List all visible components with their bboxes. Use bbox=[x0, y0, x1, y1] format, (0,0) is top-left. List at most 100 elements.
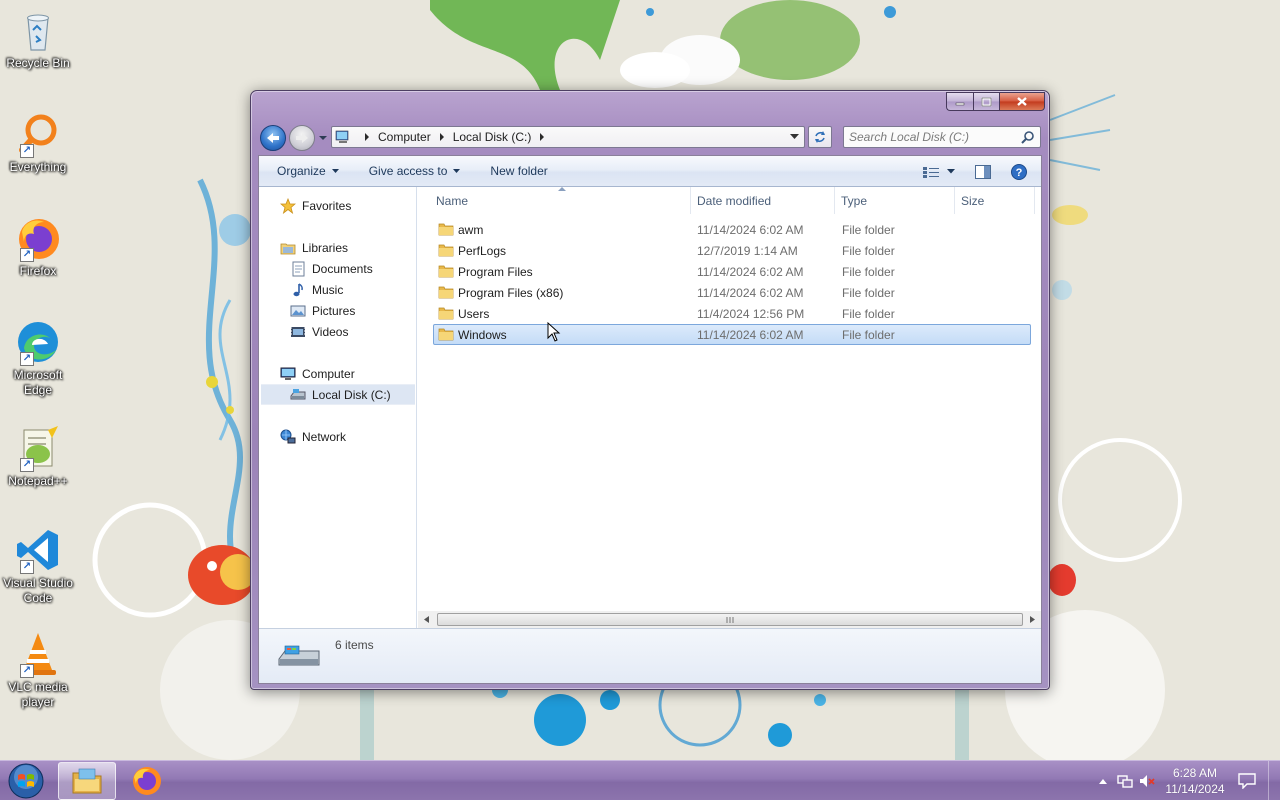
search-box[interactable] bbox=[843, 126, 1041, 148]
nav-item-pictures[interactable]: Pictures bbox=[259, 300, 416, 321]
column-label: Name bbox=[436, 193, 469, 208]
shortcut-arrow-icon: ↗ bbox=[20, 248, 34, 262]
recent-pages-dropdown[interactable] bbox=[318, 133, 328, 143]
volume-button[interactable] bbox=[1136, 761, 1158, 800]
desktop-icon-recycle-bin[interactable]: Recycle Bin bbox=[2, 6, 74, 71]
nav-label: Local Disk (C:) bbox=[312, 387, 391, 402]
nav-item-videos[interactable]: Videos bbox=[259, 321, 416, 342]
nav-item-network[interactable]: Network bbox=[259, 426, 416, 447]
scroll-left-button[interactable] bbox=[418, 611, 435, 628]
file-row[interactable]: awm 11/14/2024 6:02 AM File folder bbox=[433, 219, 1031, 240]
edge-icon: ↗ bbox=[14, 318, 62, 366]
desktop-icon-notepadpp[interactable]: ↗ Notepad++ bbox=[2, 424, 74, 489]
desktop-icon-label: Notepad++ bbox=[8, 474, 68, 488]
change-view-button[interactable] bbox=[917, 156, 945, 187]
desktop-icon-vscode[interactable]: ↗ Visual Studio Code bbox=[2, 526, 74, 606]
nav-item-favorites[interactable]: Favorites bbox=[259, 195, 416, 216]
nav-item-computer[interactable]: Computer bbox=[259, 363, 416, 384]
file-row-selected[interactable]: Windows 11/14/2024 6:02 AM File folder bbox=[433, 324, 1031, 345]
column-header-date-modified[interactable]: Date modified bbox=[691, 187, 835, 214]
file-row[interactable]: Program Files (x86) 11/14/2024 6:02 AM F… bbox=[433, 282, 1031, 303]
column-header-size[interactable]: Size bbox=[955, 187, 1035, 214]
start-button[interactable] bbox=[5, 762, 47, 800]
address-bar[interactable]: Computer Local Disk (C:) bbox=[331, 126, 805, 148]
mouse-pointer-icon bbox=[547, 322, 561, 342]
file-date: 11/14/2024 6:02 AM bbox=[697, 264, 804, 279]
videos-icon bbox=[290, 324, 306, 340]
taskbar-clock[interactable]: 6:28 AM 11/14/2024 bbox=[1158, 765, 1232, 797]
forward-button[interactable] bbox=[289, 125, 315, 151]
folder-icon bbox=[438, 307, 454, 320]
nav-item-documents[interactable]: Documents bbox=[259, 258, 416, 279]
file-type: File folder bbox=[842, 306, 895, 321]
breadcrumb-computer[interactable]: Computer bbox=[378, 130, 431, 144]
grip-icon bbox=[726, 616, 734, 623]
file-row[interactable]: Program Files 11/14/2024 6:02 AM File fo… bbox=[433, 261, 1031, 282]
item-count: 6 items bbox=[335, 638, 374, 652]
arrow-left-icon bbox=[267, 133, 279, 143]
desktop-icon-edge[interactable]: ↗ Microsoft Edge bbox=[2, 318, 74, 398]
give-access-label: Give access to bbox=[368, 164, 448, 178]
taskbar-firefox[interactable] bbox=[118, 762, 176, 800]
scrollbar-thumb[interactable] bbox=[437, 613, 1023, 626]
nav-item-libraries[interactable]: Libraries bbox=[259, 237, 416, 258]
nav-label: Network bbox=[302, 429, 347, 444]
nav-label: Videos bbox=[312, 324, 349, 339]
new-folder-label: New folder bbox=[490, 164, 548, 178]
close-button[interactable] bbox=[999, 92, 1045, 111]
search-icon[interactable] bbox=[1021, 130, 1035, 144]
folder-icon bbox=[438, 265, 454, 278]
file-row[interactable]: PerfLogs 12/7/2019 1:14 AM File folder bbox=[433, 240, 1031, 261]
refresh-button[interactable] bbox=[808, 126, 832, 148]
action-center-button[interactable] bbox=[1232, 761, 1262, 800]
view-controls: ? bbox=[917, 156, 1041, 187]
back-button[interactable] bbox=[260, 125, 286, 151]
preview-pane-button[interactable] bbox=[963, 156, 1003, 187]
file-name: Windows bbox=[458, 327, 507, 342]
clock-date: 11/14/2024 bbox=[1165, 782, 1225, 796]
breadcrumb-arrow-icon[interactable] bbox=[539, 133, 545, 141]
details-pane: 6 items bbox=[259, 628, 1041, 683]
desktop-icon-vlc[interactable]: ↗ VLC media player bbox=[2, 630, 74, 710]
search-input[interactable] bbox=[849, 130, 1015, 144]
column-header-name[interactable]: Name bbox=[418, 187, 691, 214]
give-access-button[interactable]: Give access to bbox=[349, 156, 471, 187]
libraries-icon bbox=[280, 240, 296, 256]
file-row[interactable]: Users 11/4/2024 12:56 PM File folder bbox=[433, 303, 1031, 324]
taskbar-explorer[interactable] bbox=[58, 762, 116, 800]
show-hidden-icons-button[interactable] bbox=[1092, 761, 1114, 800]
desktop-icon-firefox[interactable]: ↗ Firefox bbox=[2, 214, 74, 279]
hard-drive-icon bbox=[290, 387, 306, 403]
breadcrumb-arrow-icon[interactable] bbox=[439, 133, 445, 141]
star-icon bbox=[280, 197, 296, 214]
arrow-left-icon bbox=[424, 616, 429, 623]
breadcrumb-local-disk[interactable]: Local Disk (C:) bbox=[453, 130, 532, 144]
show-desktop-button[interactable] bbox=[1268, 761, 1280, 800]
file-name: PerfLogs bbox=[458, 243, 507, 258]
nav-label: Pictures bbox=[312, 303, 356, 318]
folder-icon bbox=[438, 223, 454, 236]
address-history-dropdown[interactable] bbox=[784, 127, 804, 147]
notepadpp-icon: ↗ bbox=[14, 424, 62, 472]
shortcut-arrow-icon: ↗ bbox=[20, 458, 34, 472]
column-header-type[interactable]: Type bbox=[835, 187, 955, 214]
explorer-window[interactable]: Computer Local Disk (C:) Organize Give a… bbox=[250, 90, 1050, 690]
desktop-icon-everything[interactable]: ↗ Everything bbox=[2, 110, 74, 175]
computer-icon bbox=[280, 366, 296, 382]
documents-icon bbox=[290, 261, 306, 277]
recycle-bin-icon bbox=[14, 6, 62, 54]
help-button[interactable]: ? bbox=[1003, 156, 1041, 187]
scroll-right-button[interactable] bbox=[1024, 611, 1041, 628]
window-controls bbox=[946, 92, 1045, 111]
organize-button[interactable]: Organize bbox=[259, 156, 349, 187]
explorer-client-area: Organize Give access to New folder ? Fav… bbox=[258, 155, 1042, 684]
new-folder-button[interactable]: New folder bbox=[470, 156, 557, 187]
horizontal-scrollbar[interactable] bbox=[418, 611, 1041, 628]
network-status-button[interactable] bbox=[1114, 761, 1136, 800]
maximize-button[interactable] bbox=[973, 92, 999, 111]
navigation-pane: Favorites Libraries Documents Music Pict… bbox=[259, 187, 417, 628]
minimize-button[interactable] bbox=[946, 92, 973, 111]
nav-item-local-disk[interactable]: Local Disk (C:) bbox=[261, 384, 415, 405]
view-options-dropdown[interactable] bbox=[945, 156, 963, 187]
nav-item-music[interactable]: Music bbox=[259, 279, 416, 300]
